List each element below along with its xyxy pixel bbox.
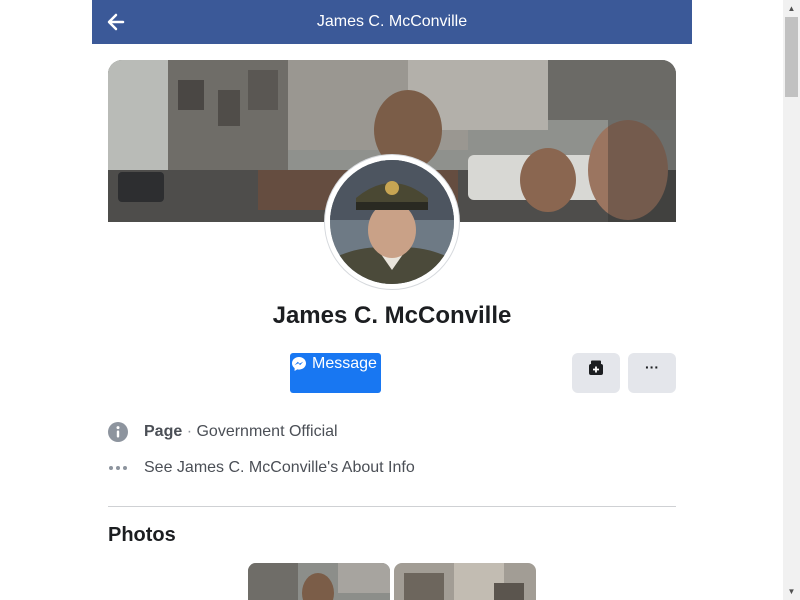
more-options-icon: ··· bbox=[645, 359, 659, 375]
more-options-button[interactable]: ··· bbox=[628, 353, 676, 393]
avatar[interactable] bbox=[330, 160, 454, 284]
message-button-label: Message bbox=[312, 355, 377, 372]
save-button[interactable] bbox=[572, 353, 620, 393]
avatar-frame bbox=[325, 155, 459, 289]
profile-name: James C. McConville bbox=[272, 302, 512, 329]
page-viewport: James C. McConville James C. McConville … bbox=[0, 0, 800, 600]
top-bar: James C. McConville bbox=[92, 0, 692, 44]
scroll-down-arrow-icon[interactable]: ▼ bbox=[783, 583, 800, 600]
about-info-link[interactable]: See James C. McConville's About Info bbox=[108, 456, 676, 480]
info-circle-icon bbox=[108, 422, 128, 442]
messenger-icon bbox=[292, 357, 306, 371]
separator: · bbox=[186, 423, 193, 440]
about-info-label: See James C. McConville's About Info bbox=[144, 459, 415, 476]
photos-heading: Photos bbox=[108, 524, 176, 546]
page-kind-label: Page bbox=[144, 423, 183, 440]
scroll-up-arrow-icon[interactable]: ▲ bbox=[783, 0, 800, 17]
photo-thumbnail[interactable] bbox=[394, 563, 536, 600]
scrollbar-thumb[interactable] bbox=[785, 17, 798, 97]
page-title: James C. McConville bbox=[316, 13, 468, 30]
vertical-scrollbar[interactable]: ▲ ▼ bbox=[783, 0, 800, 600]
save-icon bbox=[589, 360, 603, 375]
message-button[interactable]: Message bbox=[290, 353, 381, 393]
page-category: Government Official bbox=[196, 423, 338, 440]
ellipsis-icon bbox=[109, 466, 127, 470]
section-divider bbox=[108, 506, 676, 507]
photo-thumbnail[interactable] bbox=[248, 563, 390, 600]
page-category-row: Page · Government Official bbox=[108, 420, 676, 444]
